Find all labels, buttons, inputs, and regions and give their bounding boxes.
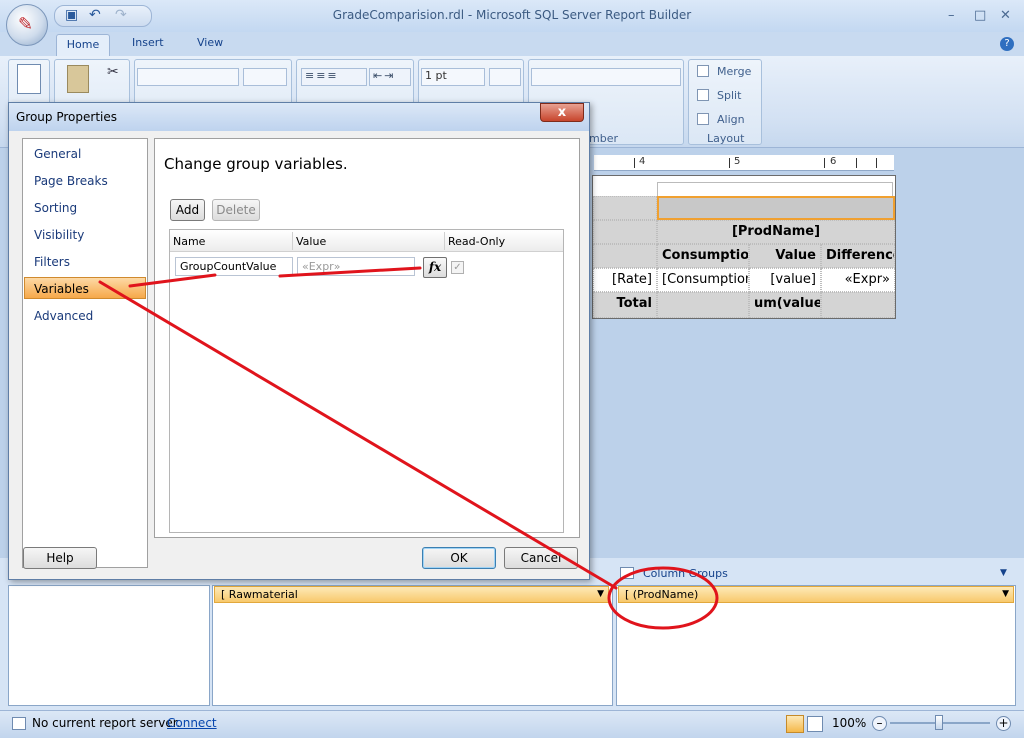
nav-filters[interactable]: Filters: [34, 255, 70, 269]
group-bracket-icon: [: [625, 588, 633, 601]
status-bar: No current report server. Connect 100% –…: [0, 710, 1024, 738]
zoom-level: 100%: [832, 716, 867, 730]
corner-cell[interactable]: [593, 196, 657, 220]
font-size-select[interactable]: [243, 68, 287, 86]
difference-cell[interactable]: «Expr»: [821, 268, 895, 292]
expression-fx-button[interactable]: fx: [423, 257, 447, 278]
paste-icon[interactable]: [67, 65, 89, 93]
column-groups-icon: [620, 567, 634, 579]
server-icon: [12, 717, 26, 730]
help-icon[interactable]: ?: [1000, 37, 1014, 51]
column-group-label: (ProdName): [632, 588, 699, 601]
align-button[interactable]: Align: [717, 113, 745, 126]
total-cell[interactable]: Total: [593, 292, 657, 318]
variable-name-input[interactable]: GroupCountValue: [175, 257, 293, 276]
column-value-header: Value: [296, 235, 327, 248]
column-name-header: Name: [173, 235, 206, 248]
tab-home[interactable]: Home: [56, 34, 110, 57]
indent-buttons[interactable]: ⇤⇥: [369, 68, 411, 86]
nav-variables[interactable]: Variables: [34, 282, 89, 296]
column-group-item[interactable]: [ (ProdName) ▼: [618, 586, 1014, 603]
column-group-dropdown-icon[interactable]: ▼: [1002, 589, 1009, 599]
ruler-label: 5: [734, 156, 741, 167]
design-view-icon[interactable]: [786, 715, 804, 733]
align-buttons[interactable]: ≡≡≡: [301, 68, 367, 86]
layout-group: Merge Split Align Layout: [688, 59, 762, 145]
run-report-icon[interactable]: [17, 64, 41, 94]
dialog-heading: Change group variables.: [164, 155, 348, 173]
application-menu-button[interactable]: ✎: [6, 4, 48, 46]
preview-view-icon[interactable]: [807, 716, 823, 732]
value-header[interactable]: Value: [749, 244, 821, 268]
readonly-checkbox[interactable]: ✓: [451, 261, 464, 274]
sum-value-cell[interactable]: um(value)]: [749, 292, 821, 318]
split-button[interactable]: Split: [717, 89, 741, 102]
prodname-header[interactable]: [ProdName]: [657, 220, 895, 244]
report-builder-logo-icon: ✎: [18, 14, 34, 35]
nav-visibility[interactable]: Visibility: [34, 228, 84, 242]
add-button[interactable]: Add: [170, 199, 205, 221]
cut-icon[interactable]: ✂: [107, 64, 119, 80]
layout-group-label: Layout: [707, 132, 745, 145]
number-group-label: mber: [589, 132, 618, 145]
value-cell[interactable]: [value]: [749, 268, 821, 292]
tablix-cell[interactable]: [593, 244, 657, 268]
dialog-close-button[interactable]: x: [540, 103, 584, 122]
ruler: 4 5 6: [594, 155, 894, 171]
properties-pane: [8, 585, 210, 706]
variable-value-input[interactable]: «Expr»: [297, 257, 415, 276]
nav-page-breaks[interactable]: Page Breaks: [34, 174, 108, 188]
connect-link[interactable]: Connect: [167, 716, 217, 730]
fill-color-button[interactable]: [489, 68, 521, 86]
rate-cell[interactable]: [Rate]: [593, 268, 657, 292]
group-bracket-icon: [: [221, 588, 229, 601]
help-button[interactable]: Help: [23, 547, 97, 569]
merge-icon: [697, 65, 709, 77]
dialog-title: Group Properties: [16, 110, 117, 124]
column-readonly-header: Read-Only: [448, 235, 506, 248]
server-status-text: No current report server.: [32, 716, 181, 730]
consumption-cell[interactable]: [Consumption]: [657, 268, 749, 292]
nav-advanced[interactable]: Advanced: [34, 309, 93, 323]
column-separator: [292, 232, 293, 250]
ok-button[interactable]: OK: [422, 547, 496, 569]
ruler-label: 6: [830, 156, 837, 167]
delete-button[interactable]: Delete: [212, 199, 260, 221]
column-groups-dropdown-icon[interactable]: ▼: [1000, 568, 1007, 578]
tab-view[interactable]: View: [197, 36, 223, 49]
consumption-header[interactable]: Consumption: [657, 244, 749, 268]
font-family-select[interactable]: [137, 68, 239, 86]
zoom-in-icon[interactable]: +: [996, 716, 1011, 731]
window-title: GradeComparision.rdl - Microsoft SQL Ser…: [332, 8, 692, 22]
cancel-button[interactable]: Cancel: [504, 547, 578, 569]
zoom-slider-thumb[interactable]: [935, 715, 943, 730]
tablix[interactable]: [ProdName] Consumption Value Difference …: [592, 175, 896, 319]
dialog-title-bar: Group Properties: [9, 103, 589, 131]
group-header-cell[interactable]: [657, 196, 895, 220]
zoom-out-icon[interactable]: –: [872, 716, 887, 731]
tablix-cell[interactable]: [593, 220, 657, 244]
tab-insert[interactable]: Insert: [132, 36, 164, 49]
align-icon: [697, 113, 709, 125]
nav-general[interactable]: General: [34, 147, 81, 161]
split-icon: [697, 89, 709, 101]
column-separator: [444, 232, 445, 250]
tablix-cell[interactable]: [657, 292, 749, 318]
column-groups-label: Column Groups: [643, 567, 728, 580]
row-group-dropdown-icon[interactable]: ▼: [597, 589, 604, 599]
minimize-icon[interactable]: –: [948, 8, 955, 23]
merge-button[interactable]: Merge: [717, 65, 751, 78]
border-width-select[interactable]: 1 pt: [421, 68, 485, 86]
column-groups-pane: [616, 585, 1016, 706]
difference-header[interactable]: Difference: [821, 244, 895, 268]
ruler-label: 4: [639, 156, 646, 167]
close-icon[interactable]: ✕: [1000, 8, 1011, 23]
row-groups-pane: [212, 585, 613, 706]
tablix-cell[interactable]: [821, 292, 895, 318]
row-group-label: Rawmaterial: [228, 588, 298, 601]
nav-sorting[interactable]: Sorting: [34, 201, 77, 215]
row-group-item[interactable]: [ Rawmaterial ▼: [214, 586, 609, 603]
maximize-icon[interactable]: □: [974, 8, 986, 23]
number-format-select[interactable]: [531, 68, 681, 86]
